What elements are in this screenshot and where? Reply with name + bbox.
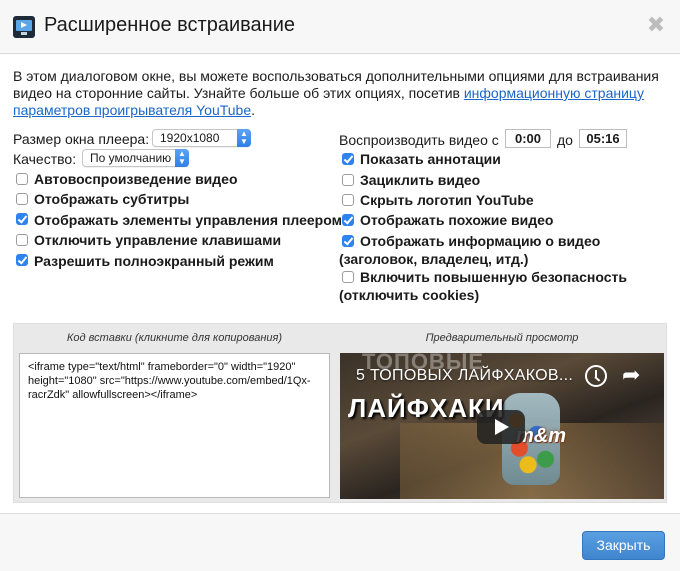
close-icon[interactable]: ✖ [645, 14, 667, 36]
disable-keyboard-checkbox[interactable] [16, 234, 28, 246]
annotations-label: Показать аннотации [360, 151, 501, 167]
play-from-label: Воспроизводить видео с [339, 132, 499, 148]
play-button-icon[interactable] [477, 410, 525, 444]
embed-panel: Код вставки (кликните для копирования) П… [13, 323, 667, 503]
disable-keyboard-label: Отключить управление клавишами [34, 232, 282, 248]
player-size-label: Размер окна плеера: [13, 131, 150, 147]
quality-select[interactable]: По умолчанию ▲ ▼ [82, 149, 189, 167]
intro-text-end: . [251, 102, 256, 118]
player-size-select[interactable]: 1920x1080 ▲ ▼ [152, 129, 251, 147]
loop-checkbox[interactable] [342, 174, 354, 186]
fullscreen-label: Разрешить полноэкранный режим [34, 253, 274, 269]
related-videos-label: Отображать похожие видео [360, 212, 554, 228]
dialog-footer: Закрыть [0, 513, 680, 571]
end-time-input[interactable]: 05:16 [579, 129, 627, 148]
dialog-title: Расширенное встраивание [44, 14, 295, 36]
hide-logo-label: Скрыть логотип YouTube [360, 192, 534, 208]
video-title[interactable]: 5 ТОПОВЫХ ЛАЙФХАКОВ... [356, 367, 573, 385]
intro-text: В этом диалоговом окне, вы можете воспол… [13, 68, 668, 119]
fullscreen-checkbox[interactable] [16, 254, 28, 266]
player-size-value: 1920x1080 [160, 131, 220, 145]
select-arrows-icon: ▲ ▼ [175, 149, 189, 167]
to-label: до [557, 132, 573, 148]
watch-later-icon[interactable] [585, 365, 607, 387]
subtitles-label: Отображать субтитры [34, 191, 190, 207]
player-controls-label: Отображать элементы управления плеером [34, 212, 342, 228]
preview-caption: Предварительный просмотр [425, 332, 579, 344]
embed-code-caption: Код вставки (кликните для копирования) [66, 332, 283, 344]
video-preview[interactable]: ТОПОВЫЕ m&m ЛАЙФХАКИ 5 ТОПОВЫХ ЛАЙФХАКОВ… [340, 353, 664, 499]
autoplay-label: Автовоспроизведение видео [34, 171, 238, 187]
player-controls-checkbox[interactable] [16, 213, 28, 225]
loop-label: Зациклить видео [360, 172, 481, 188]
autoplay-checkbox[interactable] [16, 173, 28, 185]
quality-label: Качество: [13, 151, 77, 167]
video-info-label: Отображать информацию о видео (заголовок… [339, 233, 601, 267]
subtitles-checkbox[interactable] [16, 193, 28, 205]
privacy-mode-label: Включить повышенную безопасность (отключ… [339, 269, 627, 303]
close-button[interactable]: Закрыть [582, 531, 665, 560]
related-videos-checkbox[interactable] [342, 214, 354, 226]
dialog-header: Расширенное встраивание ✖ [0, 0, 680, 54]
annotations-checkbox[interactable] [342, 153, 354, 165]
share-icon[interactable]: ➦ [622, 363, 640, 387]
start-time-input[interactable]: 0:00 [505, 129, 551, 148]
quality-value: По умолчанию [90, 151, 172, 165]
embed-code-box[interactable]: <iframe type="text/html" frameborder="0"… [19, 353, 330, 498]
app-logo-icon [13, 16, 35, 38]
hide-logo-checkbox[interactable] [342, 194, 354, 206]
select-arrows-icon: ▲ ▼ [237, 129, 251, 147]
